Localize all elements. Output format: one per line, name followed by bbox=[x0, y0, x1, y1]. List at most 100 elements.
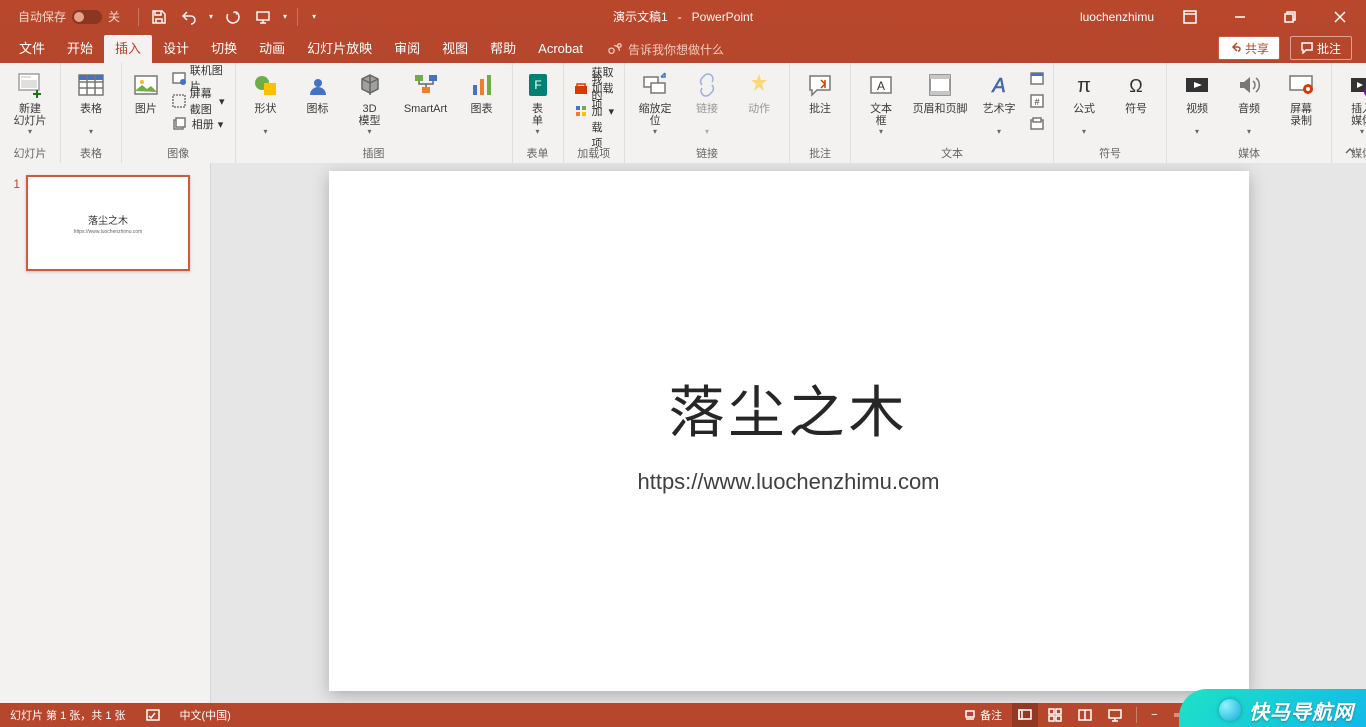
slideshow-view-button[interactable] bbox=[1102, 703, 1128, 727]
slide-thumbnail-preview[interactable]: 落尘之木 https://www.luochenzhimu.com bbox=[26, 175, 190, 271]
picture-icon bbox=[130, 69, 162, 101]
photo-album-button[interactable]: 相册 ▾ bbox=[168, 113, 229, 135]
undo-dropdown-icon[interactable]: ▾ bbox=[209, 12, 213, 21]
autosave-toggle[interactable]: 自动保存 关 bbox=[0, 8, 120, 25]
icons-icon bbox=[302, 69, 334, 101]
screenshot-button[interactable]: 屏幕截图 ▾ bbox=[168, 90, 229, 112]
svg-text:#: # bbox=[1035, 97, 1040, 107]
comment-button[interactable]: 批注 bbox=[796, 67, 844, 129]
tab-insert[interactable]: 插入 bbox=[104, 35, 152, 63]
insert-media-button[interactable]: 插入 媒体▾ bbox=[1338, 67, 1366, 138]
smartart-icon bbox=[410, 69, 442, 101]
wordart-icon: A bbox=[983, 69, 1015, 101]
new-slide-button[interactable]: 新建 幻灯片 ▾ bbox=[6, 67, 54, 138]
3d-models-button[interactable]: 3D 模型▾ bbox=[346, 67, 394, 138]
ribbon-tabs: 文件 开始 插入 设计 切换 动画 幻灯片放映 审阅 视图 帮助 Acrobat… bbox=[0, 33, 1366, 63]
fit-to-window-button[interactable] bbox=[1334, 703, 1360, 727]
tell-me-placeholder: 告诉我你想做什么 bbox=[628, 41, 724, 58]
collapse-ribbon-button[interactable] bbox=[1342, 143, 1358, 159]
table-button[interactable]: 表格 ▾ bbox=[67, 67, 115, 138]
slide[interactable]: 落尘之木 https://www.luochenzhimu.com bbox=[329, 171, 1249, 691]
forms-button[interactable]: F 表 单▾ bbox=[519, 67, 557, 138]
share-button[interactable]: 共享 bbox=[1218, 36, 1280, 60]
wordart-button[interactable]: A 艺术字▾ bbox=[975, 67, 1023, 138]
shapes-button[interactable]: 形状▾ bbox=[242, 67, 290, 138]
pictures-button[interactable]: 图片 bbox=[128, 67, 164, 129]
slide-title[interactable]: 落尘之木 bbox=[669, 368, 909, 449]
slide-canvas-area[interactable]: 落尘之木 https://www.luochenzhimu.com bbox=[211, 163, 1366, 703]
tell-me-search[interactable]: 告诉我你想做什么 bbox=[608, 35, 724, 63]
tab-help[interactable]: 帮助 bbox=[479, 35, 527, 63]
tab-view[interactable]: 视图 bbox=[431, 35, 479, 63]
tab-file[interactable]: 文件 bbox=[8, 35, 56, 63]
action-button[interactable]: 动作 bbox=[735, 67, 783, 129]
ribbon-display-options-button[interactable] bbox=[1170, 0, 1210, 33]
store-icon bbox=[574, 80, 588, 96]
video-button[interactable]: 视频▾ bbox=[1173, 67, 1221, 138]
screen-recording-button[interactable]: 屏幕 录制 bbox=[1277, 67, 1325, 129]
slide-number-button[interactable]: # bbox=[1027, 90, 1047, 112]
zoom-slider[interactable] bbox=[1174, 713, 1264, 717]
zoom-in-button[interactable]: + bbox=[1274, 703, 1292, 727]
slide-sorter-view-button[interactable] bbox=[1042, 703, 1068, 727]
my-addins-button[interactable]: 我的加载项 ▾ bbox=[570, 100, 619, 122]
symbol-button[interactable]: Ω 符号 bbox=[1112, 67, 1160, 129]
slide-thumbnail-pane[interactable]: 1 落尘之木 https://www.luochenzhimu.com bbox=[0, 163, 211, 703]
slide-subtitle[interactable]: https://www.luochenzhimu.com bbox=[637, 469, 939, 495]
reading-view-button[interactable] bbox=[1072, 703, 1098, 727]
3d-model-icon bbox=[354, 69, 386, 101]
spellcheck-button[interactable] bbox=[140, 703, 166, 727]
autosave-switch-icon[interactable] bbox=[72, 10, 102, 24]
link-icon bbox=[691, 69, 723, 101]
tab-transitions[interactable]: 切换 bbox=[200, 35, 248, 63]
tab-animations[interactable]: 动画 bbox=[248, 35, 296, 63]
redo-button[interactable] bbox=[223, 7, 243, 27]
normal-view-button[interactable] bbox=[1012, 703, 1038, 727]
slide-position[interactable]: 幻灯片 第 1 张，共 1 张 bbox=[10, 707, 126, 723]
zoom-percent[interactable]: 72% bbox=[1296, 709, 1330, 721]
object-icon bbox=[1029, 116, 1045, 132]
comments-pane-button[interactable]: 批注 bbox=[1290, 36, 1352, 60]
zoom-button[interactable]: 缩放定 位▾ bbox=[631, 67, 679, 138]
slideshow-dropdown-icon[interactable]: ▾ bbox=[283, 12, 287, 21]
zoom-out-button[interactable]: − bbox=[1145, 703, 1163, 727]
signed-in-user[interactable]: luochenzhimu bbox=[1080, 10, 1160, 24]
undo-button[interactable] bbox=[179, 7, 199, 27]
restore-button[interactable] bbox=[1270, 0, 1310, 33]
dropdown-icon: ▾ bbox=[28, 127, 32, 136]
minimize-button[interactable] bbox=[1220, 0, 1260, 33]
icons-button[interactable]: 图标 bbox=[294, 67, 342, 129]
tab-acrobat[interactable]: Acrobat bbox=[527, 35, 594, 63]
chart-icon bbox=[466, 69, 498, 101]
link-button[interactable]: 链接▾ bbox=[683, 67, 731, 138]
ribbon-group-addins: 获取加载项 我的加载项 ▾ 加载项 bbox=[564, 63, 626, 163]
addins-icon bbox=[574, 103, 588, 119]
slide-thumbnail[interactable]: 1 落尘之木 https://www.luochenzhimu.com bbox=[0, 171, 210, 275]
comments-label: 批注 bbox=[1317, 40, 1341, 57]
tab-review[interactable]: 审阅 bbox=[383, 35, 431, 63]
close-button[interactable] bbox=[1320, 0, 1360, 33]
slideshow-from-start-button[interactable] bbox=[253, 7, 273, 27]
language-status[interactable]: 中文(中国) bbox=[180, 707, 231, 723]
notes-button[interactable]: 备注 bbox=[958, 703, 1008, 727]
equation-button[interactable]: π 公式▾ bbox=[1060, 67, 1108, 138]
ribbon-group-comments: 批注 批注 bbox=[790, 63, 851, 163]
tab-home[interactable]: 开始 bbox=[56, 35, 104, 63]
date-time-button[interactable] bbox=[1027, 67, 1047, 89]
svg-text:π: π bbox=[1077, 75, 1091, 97]
tab-slideshow[interactable]: 幻灯片放映 bbox=[296, 35, 383, 63]
audio-button[interactable]: 音频▾ bbox=[1225, 67, 1273, 138]
qat-customize-icon[interactable]: ▾ bbox=[308, 12, 320, 21]
chart-button[interactable]: 图表 bbox=[458, 67, 506, 129]
smartart-button[interactable]: SmartArt bbox=[398, 67, 454, 129]
insert-media-icon bbox=[1346, 69, 1366, 101]
tab-design[interactable]: 设计 bbox=[152, 35, 200, 63]
zoom-icon bbox=[639, 69, 671, 101]
save-button[interactable] bbox=[149, 7, 169, 27]
zoom-slider-thumb[interactable] bbox=[1228, 709, 1236, 721]
svg-text:F: F bbox=[534, 78, 541, 92]
header-footer-button[interactable]: 页眉和页脚 bbox=[909, 67, 971, 129]
object-button[interactable] bbox=[1027, 113, 1047, 135]
textbox-button[interactable]: A 文本 框▾ bbox=[857, 67, 905, 138]
ribbon-group-forms: F 表 单▾ 表单 bbox=[513, 63, 564, 163]
